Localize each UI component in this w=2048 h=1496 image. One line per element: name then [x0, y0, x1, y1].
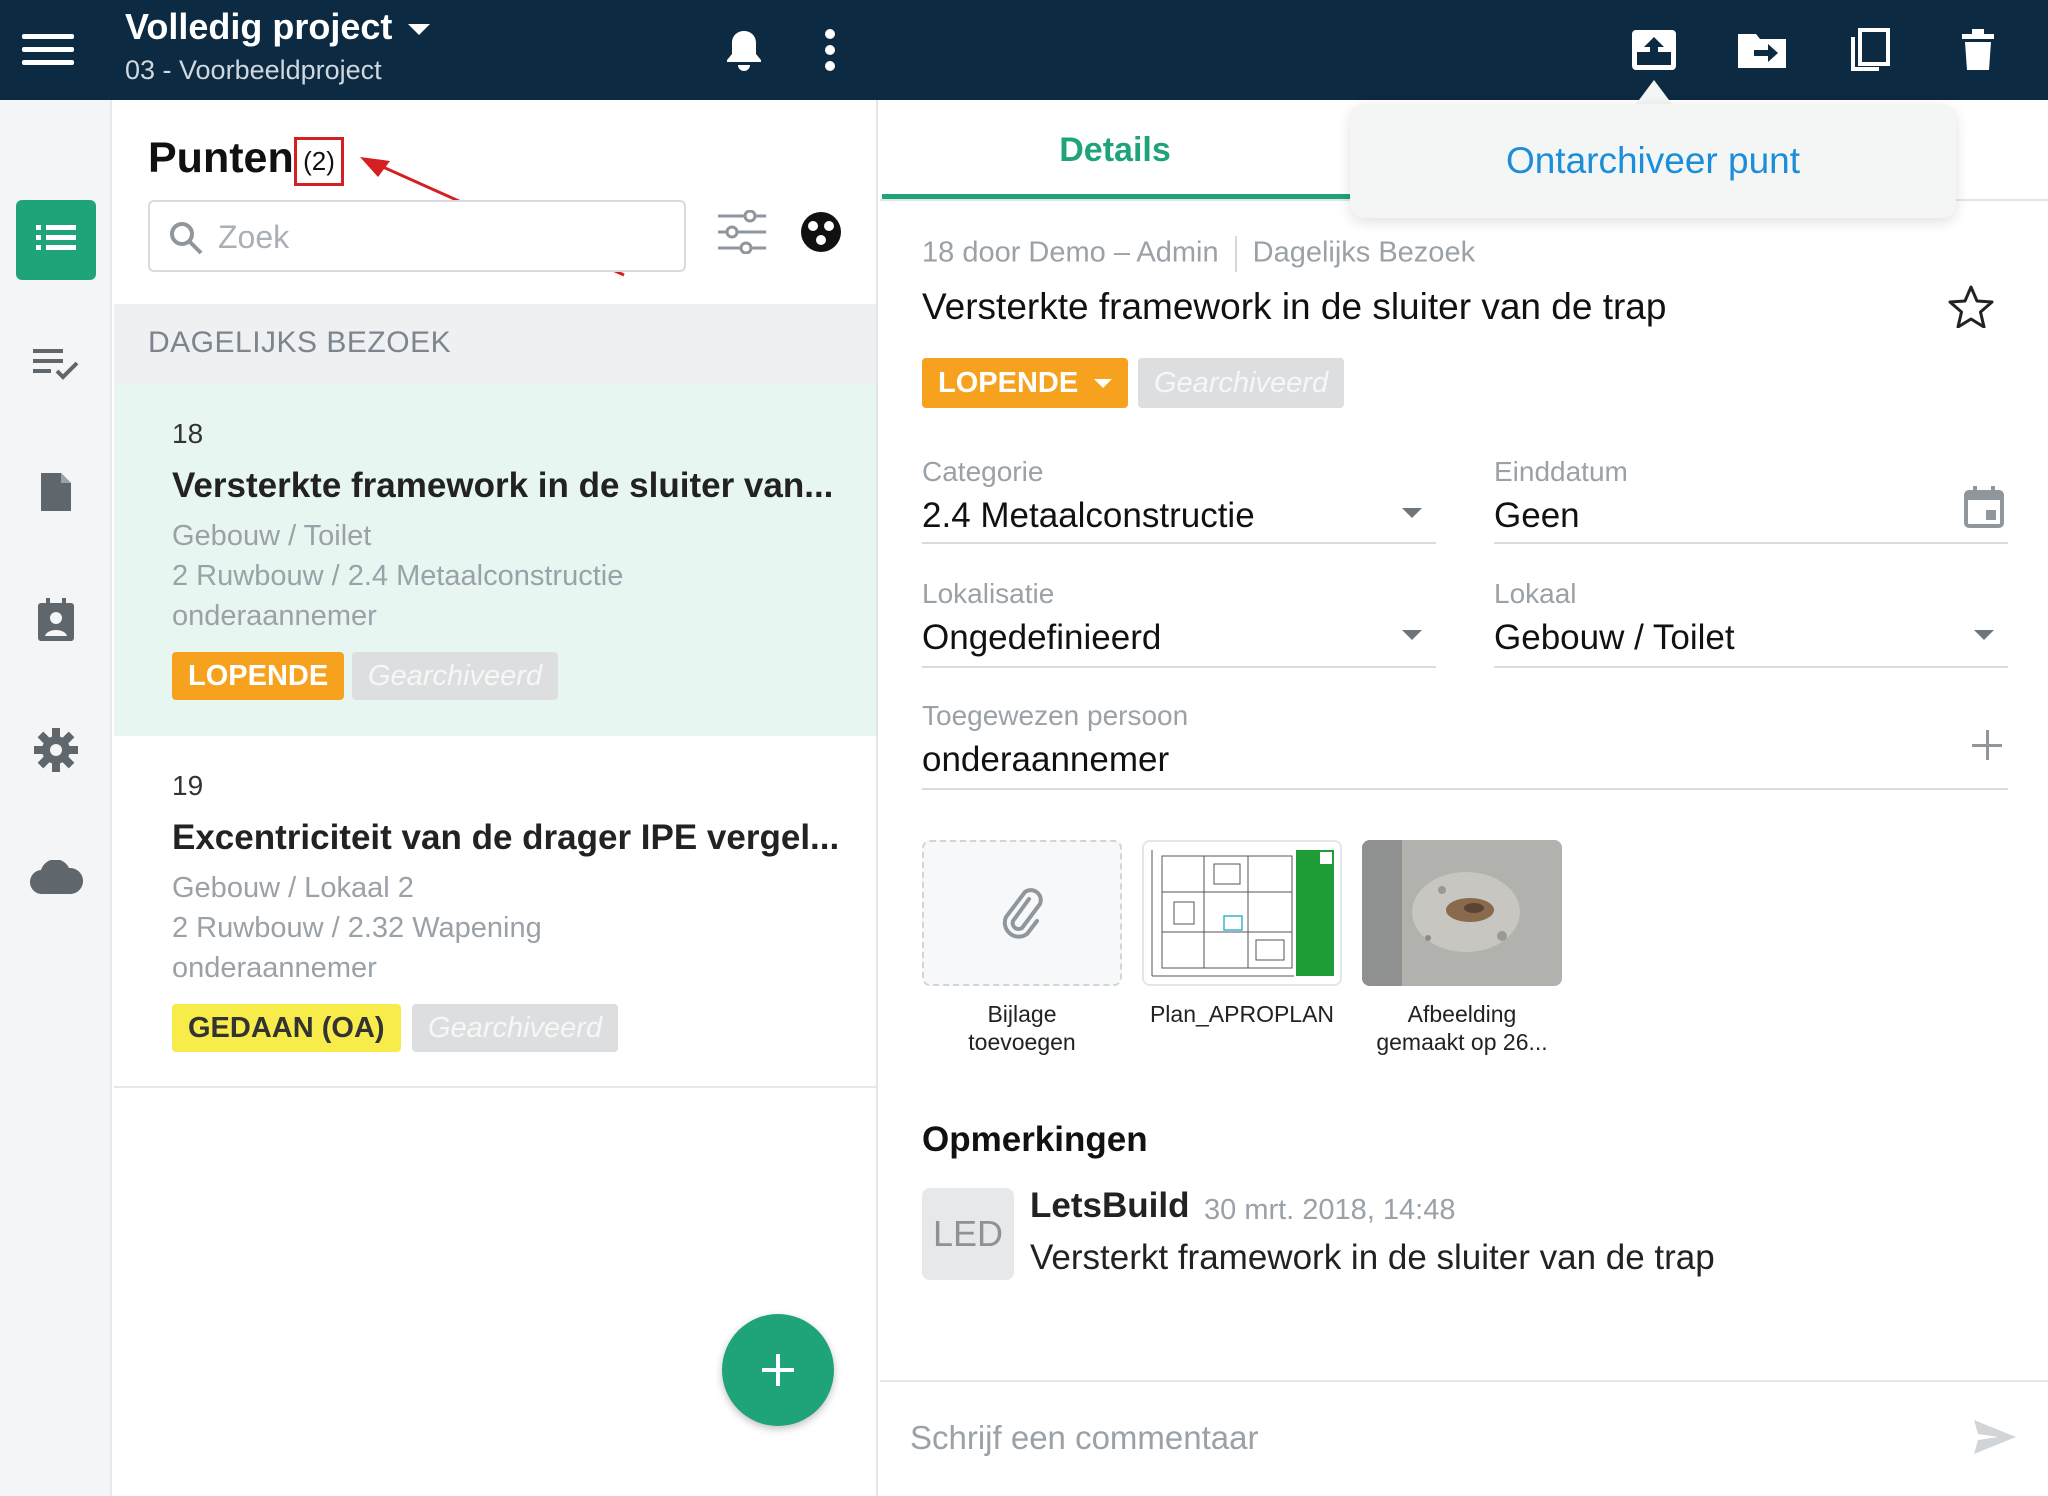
checklist-icon	[33, 347, 79, 386]
rail-item-documents[interactable]	[16, 454, 96, 534]
points-count: (2)	[294, 137, 344, 186]
rail-item-contacts[interactable]	[16, 582, 96, 662]
rail-item-settings[interactable]	[16, 712, 96, 792]
add-person-icon[interactable]	[1970, 728, 2004, 767]
search-icon	[168, 220, 204, 261]
avatar: LED	[922, 1188, 1014, 1280]
comment-author: LetsBuild	[1030, 1186, 1190, 1225]
bell-icon[interactable]	[716, 22, 772, 78]
photo-thumbnail[interactable]	[1362, 840, 1562, 986]
comment-input[interactable]	[910, 1408, 1910, 1468]
item-category: 2 Ruwbouw / 2.4 Metaalconstructie	[172, 560, 624, 592]
list-item[interactable]: 18 Versterkte framework in de sluiter va…	[114, 384, 876, 736]
delete-icon[interactable]	[1950, 22, 2006, 78]
list-title: Punten	[148, 134, 294, 182]
room-field[interactable]: Lokaal Gebouw / Toilet	[1494, 578, 2008, 668]
item-title: Excentriciteit van de drager IPE vergel.…	[172, 818, 840, 857]
popover-tip	[1636, 80, 1672, 104]
chevron-down-icon	[1094, 378, 1113, 388]
category-field[interactable]: Categorie 2.4 Metaalconstructie	[922, 456, 1436, 544]
add-point-button[interactable]	[722, 1314, 834, 1426]
plan-thumbnail[interactable]	[1142, 840, 1342, 986]
unarchive-point-button[interactable]: Ontarchiveer punt	[1350, 104, 1956, 218]
list-icon	[36, 223, 76, 258]
settings-icon	[33, 727, 79, 778]
item-assignee: onderaannemer	[172, 952, 377, 984]
side-navigation	[0, 100, 112, 1496]
rail-item-checklist[interactable]	[16, 326, 96, 406]
archived-badge: Gearchiveerd	[1138, 358, 1345, 408]
point-title: Versterkte framework in de sluiter van d…	[922, 286, 1667, 327]
tab-details[interactable]: Details	[880, 100, 1350, 200]
item-location: Gebouw / Lokaal 2	[172, 872, 414, 904]
plus-icon	[762, 1354, 794, 1386]
unarchive-icon[interactable]	[1626, 22, 1682, 78]
cloud-icon	[29, 858, 84, 901]
comments-heading: Opmerkingen	[922, 1120, 1148, 1159]
item-assignee: onderaannemer	[172, 600, 377, 632]
floor-plan-image	[1144, 842, 1340, 984]
more-vert-icon[interactable]	[802, 22, 858, 78]
send-icon[interactable]	[1972, 1418, 2018, 1461]
detail-panel: Details 18 door Demo – Admin Dagelijks Be…	[880, 100, 2048, 1496]
dropdown-arrow-icon	[1402, 508, 1422, 518]
filter-icon[interactable]	[718, 209, 766, 259]
concrete-photo-image	[1362, 840, 1562, 986]
dropdown-arrow-icon	[1402, 630, 1422, 640]
star-icon[interactable]	[1948, 284, 1994, 333]
item-category: 2 Ruwbouw / 2.32 Wapening	[172, 912, 542, 944]
add-attachment-tile[interactable]	[922, 840, 1122, 986]
move-icon[interactable]	[1734, 22, 1790, 78]
archived-badge: Gearchiveerd	[412, 1004, 619, 1052]
end-date-field[interactable]: Einddatum Geen	[1494, 456, 2008, 544]
section-header: DAGELIJKS BEZOEK	[114, 304, 876, 384]
assignee-field[interactable]: Toegewezen persoon onderaannemer	[922, 700, 2008, 790]
comment-date: 30 mrt. 2018, 14:48	[1204, 1194, 1456, 1226]
attachment-photo[interactable]: Afbeelding gemaakt op 26...	[1362, 840, 1562, 1056]
localisation-field[interactable]: Lokalisatie Ongedefinieerd	[922, 578, 1436, 668]
contact-icon	[37, 597, 75, 647]
item-number: 19	[172, 770, 204, 801]
rail-item-cloud[interactable]	[16, 840, 96, 920]
meta-author: 18 door Demo – Admin	[922, 236, 1219, 269]
search-input[interactable]	[218, 212, 668, 262]
comment-text: Versterkt framework in de sluiter van de…	[1030, 1238, 1715, 1277]
item-number: 18	[172, 418, 204, 449]
item-location: Gebouw / Toilet	[172, 520, 372, 552]
attachment-plan[interactable]: Plan_APROPLAN	[1142, 840, 1342, 1028]
group-icon[interactable]	[800, 211, 842, 258]
rail-item-list[interactable]	[16, 200, 96, 280]
status-badge: LOPENDE	[172, 652, 345, 700]
chevron-down-icon	[408, 23, 431, 35]
comment-composer	[880, 1380, 2048, 1496]
divider	[114, 1086, 876, 1088]
paperclip-icon	[1002, 888, 1043, 939]
meta-visit: Dagelijks Bezoek	[1252, 236, 1476, 269]
project-subtitle: 03 - Voorbeeldproject	[125, 55, 382, 85]
status-badge: GEDAAN (OA)	[172, 1004, 401, 1052]
attachment-caption: Afbeelding gemaakt op 26...	[1376, 1001, 1548, 1055]
dropdown-arrow-icon	[1974, 630, 1994, 640]
menu-icon[interactable]	[22, 34, 74, 66]
document-icon	[39, 471, 73, 518]
point-meta: 18 door Demo – Admin Dagelijks Bezoek	[922, 236, 1475, 272]
project-selector[interactable]: Volledig project	[125, 6, 431, 48]
copy-icon[interactable]	[1842, 22, 1898, 78]
attachment-caption: Plan_APROPLAN	[1149, 1001, 1335, 1027]
top-bar: Volledig project 03 - Voorbeeldproject	[0, 0, 2048, 100]
search-box	[148, 200, 686, 272]
list-item[interactable]: 19 Excentriciteit van de drager IPE verg…	[114, 736, 876, 1086]
project-title: Volledig project	[125, 6, 393, 47]
add-attachment[interactable]: Bijlage toevoegen	[922, 840, 1122, 1056]
item-title: Versterkte framework in de sluiter van..…	[172, 466, 834, 505]
calendar-icon[interactable]	[1964, 486, 2004, 533]
attachment-caption: Bijlage toevoegen	[968, 1001, 1076, 1055]
status-dropdown[interactable]: LOPENDE	[922, 358, 1129, 408]
archived-badge: Gearchiveerd	[352, 652, 559, 700]
points-list-panel: Punten (2) DAGELIJKS BEZOEK 18 Versterkt…	[114, 100, 878, 1496]
